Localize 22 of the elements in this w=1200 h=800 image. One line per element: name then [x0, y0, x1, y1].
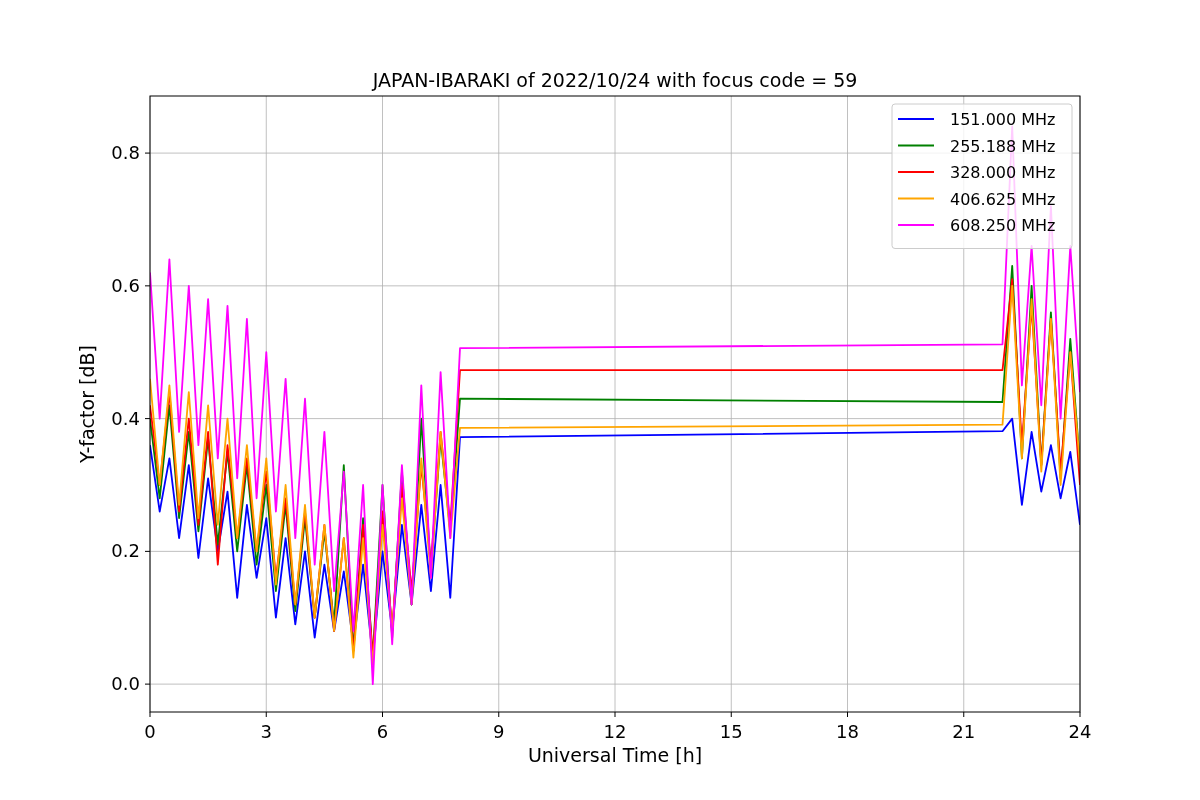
tick-label: 18: [836, 721, 859, 742]
tick-label: 15: [719, 721, 743, 742]
chart-title: JAPAN-IBARAKI of 2022/10/24 with focus code = 59: [372, 69, 858, 91]
legend-label: 608.250 MHz: [950, 216, 1056, 235]
tick-label: 6: [376, 721, 389, 742]
legend-label: 151.000 MHz: [950, 110, 1056, 129]
axis-label: Universal Time [h]: [527, 744, 703, 766]
legend-label: 255.188 MHz: [950, 136, 1056, 156]
axis-label: Y-factor [dB]: [76, 345, 98, 463]
legend-label: 328.000 MHz: [950, 163, 1056, 182]
tick-label: 0.4: [111, 407, 140, 429]
tick-label: 0.2: [111, 540, 140, 562]
tick-label: 0.6: [111, 274, 140, 296]
legend-label: 406.625 MHz: [950, 189, 1056, 209]
tick-label: 9: [493, 721, 505, 742]
tick-label: 21: [952, 721, 976, 742]
tick-label: 12: [603, 721, 627, 742]
tick-label: 0: [144, 721, 156, 742]
tick-label: 3: [260, 721, 272, 742]
tick-label: 0.8: [111, 142, 140, 164]
tick-label: 0.0: [111, 673, 140, 695]
tick-label: 24: [1068, 721, 1092, 742]
